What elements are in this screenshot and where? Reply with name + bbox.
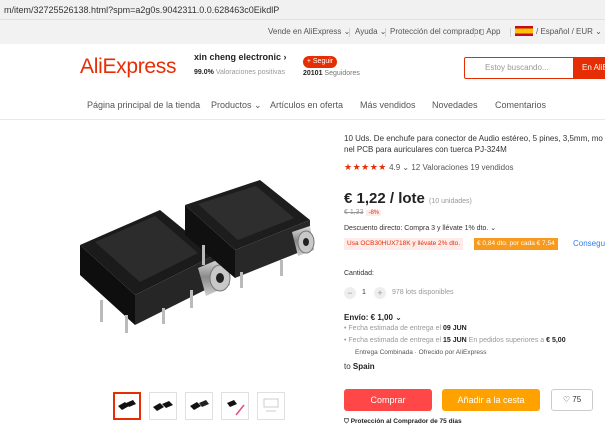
thumbnail-5[interactable] [257,392,285,420]
app-link[interactable]: ▯ App [480,20,500,44]
nav-best-sellers[interactable]: Más vendidos [360,90,416,120]
get-coupons-link[interactable]: Conseguir [573,237,605,251]
wishlist-button[interactable]: ♡ 75 [551,389,593,411]
store-info: xin cheng electronic › 99.0% Valoracione… [194,52,287,76]
thumbnail-3[interactable] [185,392,213,420]
direct-discount[interactable]: Descuento directo: Compra 3 y llévate 1%… [344,224,496,232]
buyer-protection-link[interactable]: Protección del comprador [390,20,481,44]
follow-button[interactable]: + Seguir [303,56,337,68]
thumbnail-1[interactable] [113,392,141,420]
top-utility-bar: Vende en AliExpress ⌄ Ayuda ⌄ Protección… [0,20,605,44]
coupon-code-badge[interactable]: Usa OCB30HUX718K y llévate 2% dto. [344,238,464,250]
nav-reviews[interactable]: Comentarios [495,90,546,120]
nav-new-arrivals[interactable]: Novedades [432,90,478,120]
lot-units: (10 unidades) [429,198,472,205]
search-input[interactable]: Estoy buscando... [464,57,574,79]
price: € 1,22 / lote (10 unidades) [344,190,472,207]
product-main-image[interactable] [70,150,315,375]
store-name[interactable]: xin cheng electronic › [194,52,287,62]
delivery-estimate-2: • Fecha estimada de entrega el 15 JUN En… [344,337,566,344]
positive-rating: 99.0% Valoraciones positivas [194,69,285,76]
nav-store-home[interactable]: Página principal de la tienda [87,90,200,120]
address-bar[interactable]: m/item/32725526138.html?spm=a2g0s.904231… [0,0,605,20]
combined-delivery-note: Entrega Combinada · Ofrecido por AliExpr… [355,349,487,356]
aliexpress-logo[interactable]: AliExpress [80,55,177,79]
product-title: 10 Uds. De enchufe para conector de Audi… [344,134,603,154]
search-button[interactable]: En AliE [574,57,605,79]
star-rating-icon: ★★★★★ [344,162,387,172]
followers-count: 20101 Seguidores [303,70,360,77]
heart-icon: ♡ [562,395,571,404]
old-price: € 1,33 -8% [344,209,382,216]
locale-selector[interactable]: / Español / EUR ⌄ [515,20,602,44]
rating-value: 4.9 [389,163,401,172]
store-nav: Página principal de la tienda Productos … [0,90,605,120]
nav-sale-items[interactable]: Artículos en oferta [270,90,343,120]
rating-row: ★★★★★ 4.9 ⌄ 12 Valoraciones 19 vendidos [344,162,514,172]
help-link[interactable]: Ayuda ⌄ [355,20,386,44]
shipping-label[interactable]: Envío: € 1,00 ⌄ [344,313,402,322]
increase-button[interactable]: + [374,287,386,299]
decrease-button[interactable]: − [344,287,356,299]
lots-available: 978 lots disponibles [392,289,454,296]
store-coupon-badge[interactable]: € 0,84 dto. por cada € 7,54 [474,238,558,250]
sell-link[interactable]: Vende en AliExpress ⌄ [268,20,350,44]
shield-icon: ⛉ [344,418,349,425]
delivery-estimate-1: • Fecha estimada de entrega el 09 JUN [344,325,467,332]
buyer-protection: ⛉ Protección al Comprador de 75 días [344,418,462,425]
add-to-cart-button[interactable]: Añadir a la cesta [442,389,540,411]
ship-to[interactable]: to Spain [344,362,375,371]
nav-products[interactable]: Productos ⌄ [211,90,262,120]
thumbnail-4[interactable] [221,392,249,420]
quantity-value[interactable]: 1 [362,287,366,299]
url-text: m/item/32725526138.html?spm=a2g0s.904231… [4,5,280,15]
sold-count: 19 vendidos [470,163,514,172]
buy-now-button[interactable]: Comprar [344,389,432,411]
discount-badge: -8% [366,210,382,216]
spain-flag-icon [515,26,533,36]
reviews-link[interactable]: 12 Valoraciones [411,163,468,172]
thumbnail-2[interactable] [149,392,177,420]
quantity-label: Cantidad: [344,270,374,277]
phone-icon: ▯ [480,27,485,36]
